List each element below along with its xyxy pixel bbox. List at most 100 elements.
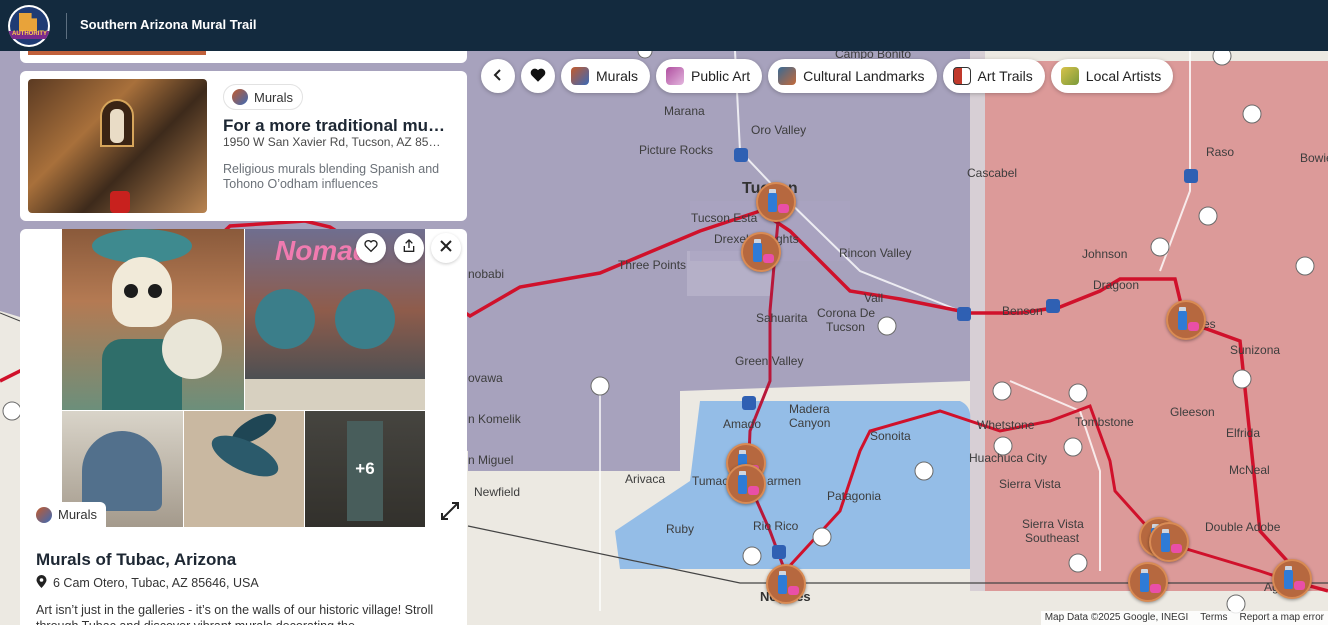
location-card[interactable]: Murals For a more traditional mu… 1950 W… — [20, 71, 467, 221]
map-label-ruby: Ruby — [666, 522, 695, 536]
map-label-sierra-vista: Sierra Vista — [999, 477, 1061, 491]
map-label-nobabi: nobabi — [468, 267, 505, 281]
map-label-sunizona: Sunizona — [1230, 343, 1281, 357]
map-label-marana: Marana — [664, 104, 705, 118]
map-label-elfrida: Elfrida — [1226, 426, 1261, 440]
collapse-panel-button[interactable] — [481, 59, 515, 93]
filter-chip-local-artists[interactable]: Local Artists — [1050, 59, 1174, 93]
map-label-corona: Corona De — [817, 306, 876, 320]
card-title: For a more traditional mu… — [223, 116, 445, 135]
heart-icon — [529, 66, 547, 87]
map-label-dragoon: Dragoon — [1093, 278, 1140, 292]
map-label-bowie: Bowie — [1300, 151, 1328, 165]
card-description: Religious murals blending Spanish and To… — [223, 162, 440, 191]
mural-pin[interactable] — [1272, 559, 1312, 599]
more-photos-count[interactable]: +6 — [305, 411, 425, 527]
location-card-partial[interactable] — [20, 51, 467, 63]
app-header: AUTHORITY Southern Arizona Mural Trail — [0, 0, 1328, 51]
photo-gallery[interactable]: Nomad +6 — [62, 229, 425, 527]
map-label-cascabel: Cascabel — [967, 166, 1018, 180]
share-icon — [401, 238, 417, 259]
map-label-vail: Vail — [864, 291, 884, 305]
mural-pin[interactable] — [756, 182, 796, 222]
card-description: Art isn’t just in the galleries - it’s o… — [36, 603, 434, 625]
header-divider — [66, 13, 67, 39]
selected-location-card: Nomad +6 Murals Murals of Tubac, Arizona… — [20, 229, 467, 625]
landmark-icon — [778, 67, 797, 85]
murals-icon — [36, 506, 52, 523]
map-label-patagonia: Patagonia — [827, 489, 882, 503]
map-label-sonoita: Sonoita — [870, 429, 911, 443]
map-attribution: Map Data ©2025 Google, INEGI — [1044, 612, 1189, 623]
map-label-three-points: Three Points — [618, 258, 687, 272]
filter-chip-label: Cultural Landmarks — [803, 68, 925, 84]
map-label-san-miguel: n Miguel — [468, 453, 514, 467]
map-label-corona-2: Tucson — [826, 320, 865, 334]
mural-pin[interactable] — [1166, 300, 1206, 340]
map-label-rincon-valley: Rincon Valley — [839, 246, 912, 260]
map-label-tombstone: Tombstone — [1075, 415, 1134, 429]
filter-chip-cultural-landmarks[interactable]: Cultural Landmarks — [768, 59, 937, 93]
map-label-madera-2: Canyon — [789, 416, 831, 430]
gallery-photo[interactable] — [184, 411, 304, 527]
map-label-benson: Benson — [1002, 304, 1043, 318]
app-title: Southern Arizona Mural Trail — [80, 17, 257, 32]
filter-chip-public-art[interactable]: Public Art — [656, 59, 763, 93]
card-title: Murals of Tubac, Arizona — [36, 550, 237, 569]
murals-icon — [571, 67, 589, 85]
map-label-gleeson: Gleeson — [1170, 405, 1215, 419]
map-label-tucson-estates: Tucson Esta — [691, 211, 758, 225]
mural-pin[interactable] — [1128, 562, 1168, 602]
close-button[interactable] — [431, 233, 461, 263]
gallery-photo[interactable]: +6 — [305, 411, 425, 527]
category-tag-label: Murals — [254, 89, 294, 105]
art-trails-icon — [952, 67, 971, 85]
filter-chip-art-trails[interactable]: Art Trails — [942, 59, 1045, 93]
mural-pin[interactable] — [741, 232, 781, 272]
map-label-picture-rocks: Picture Rocks — [639, 143, 714, 157]
terms-link[interactable]: Terms — [1200, 612, 1227, 624]
report-map-error-link[interactable]: Report a map error — [1240, 612, 1324, 624]
map-label-komelik: n Komelik — [468, 412, 521, 426]
map-label-sierra-vista-se: Sierra Vista — [1022, 517, 1084, 531]
app-logo[interactable]: AUTHORITY — [8, 5, 50, 47]
map-label-raso: Raso — [1206, 145, 1235, 159]
map-label-whetstone: Whetstone — [977, 418, 1035, 432]
chevron-left-icon — [491, 68, 505, 85]
map-label-double-adobe: Double Adobe — [1205, 520, 1281, 534]
local-artists-icon — [1060, 67, 1079, 85]
map-label-sierra-vista-se-2: Southeast — [1025, 531, 1080, 545]
filter-chip-murals[interactable]: Murals — [561, 59, 651, 93]
mural-pin[interactable] — [766, 564, 806, 604]
close-icon — [439, 239, 453, 258]
filter-chip-label: Public Art — [691, 68, 751, 84]
logo-text: AUTHORITY — [12, 31, 47, 37]
map-label-green-valley: Green Valley — [735, 354, 804, 368]
favorite-button[interactable] — [356, 233, 386, 263]
murals-icon — [232, 89, 248, 105]
share-button[interactable] — [394, 233, 424, 263]
map-label-johnson: Johnson — [1082, 247, 1128, 261]
gallery-photo[interactable] — [62, 229, 244, 410]
filter-bar: Murals Public Art Cultural Landmarks Art… — [481, 59, 1174, 93]
category-tag-label: Murals — [58, 507, 98, 522]
location-pin-icon — [36, 575, 47, 591]
mural-pin[interactable] — [726, 464, 766, 504]
map-label-newfield: Newfield — [474, 485, 521, 499]
category-tag: Murals — [28, 502, 107, 527]
category-tag: Murals — [223, 84, 304, 110]
filter-chip-label: Local Artists — [1085, 68, 1162, 84]
map-label-huachuca: Huachuca City — [969, 451, 1048, 465]
map-label-mcneal: McNeal — [1229, 463, 1270, 477]
card-address: 6 Cam Otero, Tubac, AZ 85646, USA — [36, 575, 259, 591]
map-label-madera: Madera — [789, 402, 830, 416]
filter-chip-label: Murals — [596, 68, 639, 84]
favorites-filter-button[interactable] — [521, 59, 555, 93]
card-address-text: 6 Cam Otero, Tubac, AZ 85646, USA — [53, 576, 259, 590]
filter-chip-label: Art Trails — [977, 68, 1033, 84]
map-label-carmen: armen — [767, 474, 802, 488]
expand-gallery-button[interactable] — [440, 501, 460, 521]
mural-pin[interactable] — [1149, 522, 1189, 562]
map-label-arivaca: Arivaca — [625, 472, 666, 486]
map-footer: Map Data ©2025 Google, INEGI Terms Repor… — [1040, 611, 1328, 625]
